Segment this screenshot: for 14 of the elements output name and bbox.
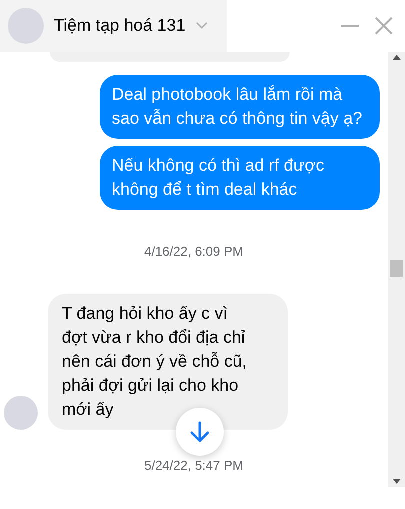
close-icon[interactable] — [375, 17, 393, 35]
scrollbar-thumb[interactable] — [390, 260, 403, 277]
scroll-down-icon[interactable] — [392, 479, 400, 484]
avatar — [4, 396, 38, 430]
scroll-up-icon[interactable] — [392, 55, 400, 60]
timestamp: 4/16/22, 6:09 PM — [144, 243, 244, 261]
down-arrow-icon — [190, 420, 210, 442]
avatar — [8, 8, 44, 44]
window-title: Tiệm tạp hoá 131 — [54, 15, 186, 38]
timestamp: 5/24/22, 5:47 PM — [144, 456, 244, 474]
message-bubble: Deal photobook lâu lắm rồi mà sao vẫn chưa có thông tin vậy ạ? — [100, 75, 380, 139]
message-bubble: Nếu không có thì ad rf được không để t tìm deal khác — [100, 146, 380, 210]
message-bubble: T đang hỏi kho ấy c vì đợt vừa r kho đổi địa chỉ nên cái đơn ý về chỗ cũ, phải đợi gửi lại cho kho mới ấy — [48, 294, 288, 430]
chevron-down-icon[interactable] — [196, 22, 208, 30]
